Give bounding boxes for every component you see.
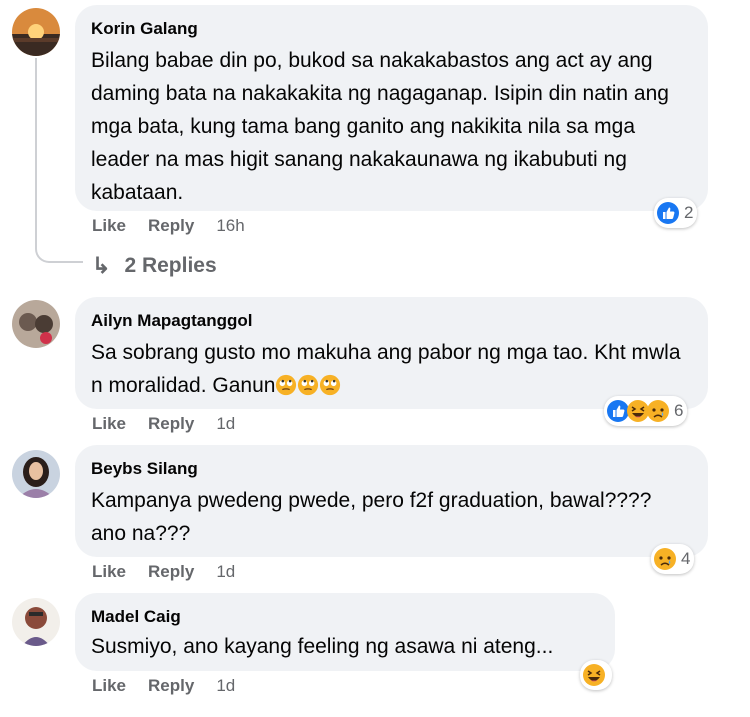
reply-button[interactable]: Reply: [148, 562, 194, 581]
comment-text: Kampanya pwedeng pwede, pero f2f graduat…: [91, 489, 652, 545]
avatar-beybs-silang[interactable]: [12, 450, 60, 498]
sad-reaction-icon: [646, 399, 670, 423]
comment-bubble: Beybs Silang Kampanya pwedeng pwede, per…: [75, 445, 708, 557]
like-button[interactable]: Like: [92, 216, 126, 235]
reaction-summary[interactable]: 2: [654, 198, 698, 228]
comment-text: Susmiyo, ano kayang feeling ng asawa ni …: [91, 635, 554, 658]
reply-button[interactable]: Reply: [148, 216, 194, 235]
comment-bubble: Madel Caig Susmiyo, ano kayang feeling n…: [75, 593, 615, 671]
haha-reaction-icon: [582, 663, 606, 687]
like-button[interactable]: Like: [92, 676, 126, 695]
reply-button[interactable]: Reply: [148, 414, 194, 433]
timestamp[interactable]: 16h: [216, 216, 244, 235]
reaction-count: 4: [681, 549, 691, 568]
avatar-ailyn-mapagtanggol[interactable]: [12, 300, 60, 348]
reaction-summary[interactable]: 6: [604, 396, 688, 426]
avatar-korin-galang[interactable]: [12, 8, 60, 56]
like-button[interactable]: Like: [92, 414, 126, 433]
reply-arrow-icon: ↳: [92, 253, 111, 278]
comment-author[interactable]: Madel Caig: [91, 606, 599, 628]
comment-actions: Like Reply 1d: [92, 676, 257, 696]
timestamp[interactable]: 1d: [216, 676, 235, 695]
comment-text: Bilang babae din po, bukod sa nakakabast…: [91, 49, 669, 204]
view-replies-link[interactable]: ↳ 2 Replies: [92, 253, 217, 279]
comment-author[interactable]: Ailyn Mapagtanggol: [91, 310, 692, 332]
reaction-summary[interactable]: [580, 660, 612, 690]
reaction-count: 2: [684, 203, 694, 222]
sad-reaction-icon: [653, 547, 677, 571]
reply-button[interactable]: Reply: [148, 676, 194, 695]
comment-author[interactable]: Korin Galang: [91, 18, 692, 40]
reaction-summary[interactable]: 4: [651, 544, 695, 574]
replies-count-label[interactable]: 2 Replies: [124, 254, 216, 278]
comment-actions: Like Reply 1d: [92, 414, 257, 434]
timestamp[interactable]: 1d: [216, 414, 235, 433]
rolling-eyes-emoji-icon: [319, 374, 341, 396]
comment-bubble: Korin Galang Bilang babae din po, bukod …: [75, 5, 708, 211]
like-reaction-icon: [656, 201, 680, 225]
avatar-madel-caig[interactable]: [12, 598, 60, 646]
reaction-count: 6: [674, 401, 684, 420]
comment-author[interactable]: Beybs Silang: [91, 458, 692, 480]
comment-bubble: Ailyn Mapagtanggol Sa sobrang gusto mo m…: [75, 297, 708, 409]
timestamp[interactable]: 1d: [216, 562, 235, 581]
rolling-eyes-emoji-icon: [275, 374, 297, 396]
comment-actions: Like Reply 16h: [92, 216, 267, 236]
like-button[interactable]: Like: [92, 562, 126, 581]
comment-actions: Like Reply 1d: [92, 562, 257, 582]
comment-text-content: Sa sobrang gusto mo makuha ang pabor ng …: [91, 341, 681, 397]
comment-text: Sa sobrang gusto mo makuha ang pabor ng …: [91, 336, 692, 402]
rolling-eyes-emoji-icon: [297, 374, 319, 396]
